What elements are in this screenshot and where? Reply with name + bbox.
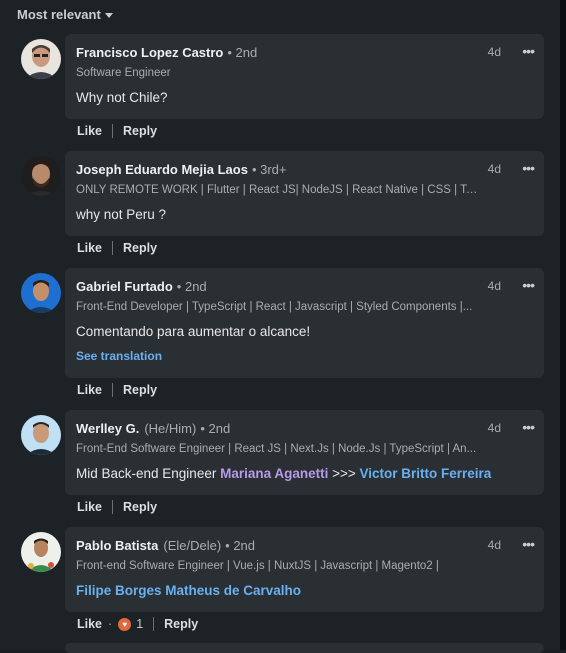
like-button[interactable]: Like — [77, 241, 102, 255]
author-name[interactable]: Francisco Lopez Castro — [76, 45, 223, 60]
comment-bubble: Pablo Batista (Ele/Dele) • 2nd Front-end… — [65, 527, 544, 612]
comment-text: Mid Back-end Engineer Mariana Aganetti >… — [76, 466, 491, 481]
reply-button[interactable]: Reply — [164, 617, 198, 631]
comment-time: 4d — [487, 162, 501, 176]
comment-text: Filipe Borges Matheus de Carvalho — [76, 583, 301, 598]
comment-bubble: Francisco Lopez Castro • 2nd Software En… — [65, 34, 544, 119]
like-button[interactable]: Like — [77, 383, 102, 397]
more-horizontal-icon[interactable]: ••• — [522, 277, 535, 293]
sort-dropdown[interactable]: Most relevant — [17, 7, 113, 22]
author-pronouns: (He/Him) — [144, 421, 197, 436]
comment-text: Why not Chile? — [76, 90, 168, 105]
connection-degree: • 2nd — [176, 279, 207, 294]
reaction-count[interactable]: 1 — [136, 617, 143, 631]
divider — [112, 241, 114, 255]
comment-text: Comentando para aumentar o alcance! — [76, 324, 311, 339]
author-name[interactable]: Pablo Batista — [76, 538, 158, 553]
author-name[interactable]: Werlley G. — [76, 421, 139, 436]
mention-link[interactable]: Filipe Borges Matheus de Carvalho — [76, 583, 301, 598]
caret-down-icon — [104, 12, 113, 18]
comment-bubble: Gabriel Furtado • 2nd Front-End Develope… — [65, 268, 544, 378]
connection-degree: • 3rd+ — [251, 162, 287, 177]
comment-text-middle: >>> — [328, 466, 360, 481]
next-comment-bubble — [65, 643, 544, 653]
separator-dot: · — [108, 617, 113, 631]
divider — [153, 617, 155, 631]
reply-button[interactable]: Reply — [123, 124, 157, 138]
connection-degree: • 2nd — [200, 421, 231, 436]
avatar[interactable] — [21, 156, 61, 196]
avatar[interactable] — [21, 415, 61, 455]
like-button[interactable]: Like — [77, 617, 102, 631]
more-horizontal-icon[interactable]: ••• — [522, 43, 535, 59]
scroll-edge — [560, 0, 566, 650]
author-name[interactable]: Joseph Eduardo Mejia Laos — [76, 162, 248, 177]
like-button[interactable]: Like — [77, 124, 102, 138]
comment-text: why not Peru ? — [76, 207, 167, 222]
comment-time: 4d — [487, 45, 501, 59]
comment-text-prefix: Mid Back-end Engineer — [76, 466, 221, 481]
divider — [112, 124, 114, 138]
comment-time: 4d — [487, 421, 501, 435]
more-horizontal-icon[interactable]: ••• — [522, 536, 535, 552]
mention-link[interactable]: Victor Britto Ferreira — [360, 466, 492, 481]
author-headline: Front-End Software Engineer | React JS |… — [76, 443, 477, 455]
more-horizontal-icon[interactable]: ••• — [522, 419, 535, 435]
sort-label: Most relevant — [17, 7, 101, 22]
see-translation-link[interactable]: See translation — [76, 349, 162, 363]
reply-button[interactable]: Reply — [123, 500, 157, 514]
mention-link[interactable]: Mariana Aganetti — [220, 466, 328, 481]
comments-panel: Most relevant Francisco Lopez Castro • 2… — [0, 0, 560, 653]
connection-degree: • 2nd — [225, 538, 256, 553]
author-name[interactable]: Gabriel Furtado — [76, 279, 173, 294]
connection-degree: • 2nd — [227, 45, 258, 60]
reply-button[interactable]: Reply — [123, 241, 157, 255]
avatar[interactable] — [21, 39, 61, 79]
comment-bubble: Joseph Eduardo Mejia Laos • 3rd+ ONLY RE… — [65, 151, 544, 236]
avatar[interactable] — [21, 532, 61, 572]
avatar[interactable] — [21, 273, 61, 313]
reply-button[interactable]: Reply — [123, 383, 157, 397]
author-headline: ONLY REMOTE WORK | Flutter | React JS| N… — [76, 184, 481, 196]
comment-time: 4d — [487, 538, 501, 552]
author-headline: Software Engineer — [76, 67, 171, 79]
comment-time: 4d — [487, 279, 501, 293]
heart-reaction-icon[interactable]: ♥ — [118, 617, 132, 631]
divider — [112, 383, 114, 397]
author-headline: Front-End Developer | TypeScript | React… — [76, 301, 473, 313]
divider — [112, 500, 114, 514]
author-headline: Front-end Software Engineer | Vue.js | N… — [76, 560, 439, 572]
comment-bubble: Werlley G. (He/Him) • 2nd Front-End Soft… — [65, 410, 544, 495]
more-horizontal-icon[interactable]: ••• — [522, 160, 535, 176]
author-pronouns: (Ele/Dele) — [163, 538, 222, 553]
like-button[interactable]: Like — [77, 500, 102, 514]
